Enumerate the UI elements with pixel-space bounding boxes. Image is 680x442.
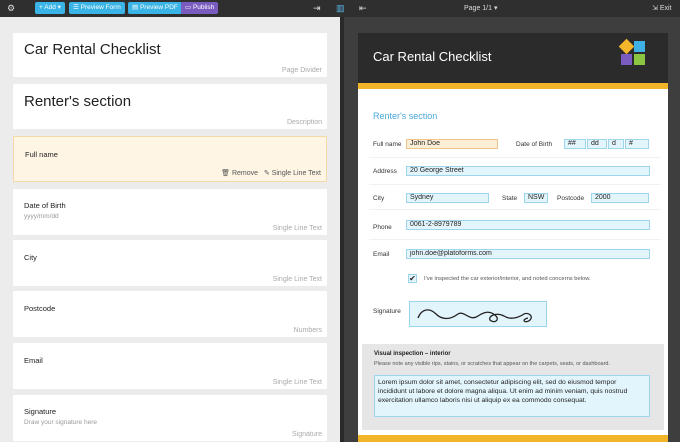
pdf-field-state[interactable]: NSW: [524, 193, 548, 203]
field-card-hint: yyyy/mm/dd: [24, 213, 59, 220]
pdf-section-title: Renter's section: [373, 111, 438, 121]
row-separator: [369, 157, 661, 158]
pdf-field-full-name[interactable]: John Doe: [406, 139, 498, 149]
preview-form-label: Preview Form: [80, 4, 121, 11]
pdf-header-accent: [358, 83, 668, 89]
page-indicator-label: Page 1/1: [464, 5, 493, 12]
gear-icon[interactable]: ⚙: [7, 1, 15, 15]
exit-icon: ⇲: [652, 5, 658, 12]
field-card-page-divider[interactable]: Car Rental Checklist Page Divider: [13, 33, 327, 77]
logo-square-blue: [634, 41, 645, 52]
logo-square-green: [634, 54, 645, 65]
arrow-right-icon[interactable]: ⇥: [313, 1, 321, 15]
pdf-label-city: City: [373, 195, 385, 202]
visual-inspection-title: Visual inspection – interior: [374, 351, 451, 357]
pencil-icon: ✎: [263, 170, 270, 177]
split-view-icon[interactable]: ▥: [336, 1, 345, 15]
field-card-title: Email: [24, 356, 43, 365]
row-separator: [369, 184, 661, 185]
field-type-label: Single Line Text: [271, 170, 321, 177]
pdf-field-dob-year[interactable]: ##: [564, 139, 586, 149]
pdf-label-dob: Date of Birth: [516, 141, 553, 148]
field-card-title: City: [24, 253, 37, 262]
field-card-signature[interactable]: Signature Draw your signature here Signa…: [13, 395, 327, 441]
pdf-field-phone[interactable]: 0061-2-8979789: [406, 220, 650, 230]
trash-icon: 🗑: [221, 170, 230, 177]
page-indicator[interactable]: Page 1/1 ▾: [464, 0, 498, 17]
inspection-checkbox-label: I've inspected the car exterior/interior…: [424, 276, 591, 282]
add-button-label: Add: [44, 4, 56, 11]
field-card-title: Postcode: [24, 304, 56, 313]
pdf-header-band: Car Rental Checklist: [358, 33, 668, 83]
field-card-postcode[interactable]: Postcode Numbers: [13, 291, 327, 337]
field-type-label: Single Line Text: [272, 276, 322, 283]
document-icon: ▤: [132, 4, 139, 11]
row-separator: [369, 209, 661, 210]
inspection-checkbox[interactable]: ✔: [408, 274, 417, 283]
field-type-label: Single Line Text: [272, 379, 322, 386]
logo-square-yellow: [618, 38, 635, 55]
form-builder-panel: Car Rental Checklist Page Divider Renter…: [0, 17, 340, 442]
field-type-label: Single Line Text: [272, 225, 322, 232]
pdf-page: Car Rental Checklist Renter's section Fu…: [358, 33, 668, 442]
pdf-preview-panel: Car Rental Checklist Renter's section Fu…: [344, 17, 680, 442]
arrow-left-icon[interactable]: ⇤: [359, 1, 367, 15]
pdf-title: Car Rental Checklist: [373, 49, 492, 64]
visual-inspection-description: Please note any visible rips, stains, or…: [374, 361, 611, 367]
field-card-full-name[interactable]: Full name 🗑 Remove ✎ Single Line Text: [13, 136, 327, 182]
monitor-icon: ▭: [185, 4, 192, 11]
add-button[interactable]: + Add ▾: [35, 2, 65, 14]
field-type-label: Page Divider: [281, 67, 322, 74]
pdf-field-dob-month[interactable]: dd: [587, 139, 607, 149]
field-type-label: Signature: [292, 431, 322, 438]
row-separator: [369, 239, 661, 240]
signature-drawing: [417, 309, 532, 323]
visual-inspection-textarea[interactable]: Lorem ipsum dolor sit amet, consectetur …: [374, 375, 650, 417]
field-type-label: Description: [286, 119, 322, 126]
field-type-label: Numbers: [293, 327, 322, 334]
pdf-field-city[interactable]: Sydney: [406, 193, 489, 203]
field-card-title: Full name: [25, 150, 58, 159]
preview-form-button[interactable]: ☰ Preview Form: [69, 2, 125, 14]
field-card-date-of-birth[interactable]: Date of Birth yyyy/mm/dd Single Line Tex…: [13, 189, 327, 235]
pdf-label-full-name: Full name: [373, 141, 402, 148]
pdf-field-address[interactable]: 20 George Street: [406, 166, 650, 176]
preview-pdf-label: Preview PDF: [139, 4, 178, 11]
edit-field-type-button[interactable]: ✎ Single Line Text: [264, 170, 321, 177]
field-card-title: Date of Birth: [24, 201, 66, 210]
logo-square-purple: [621, 54, 632, 65]
pdf-label-signature: Signature: [373, 308, 401, 315]
remove-label: Remove: [231, 170, 259, 177]
publish-button[interactable]: ▭ Publish: [181, 2, 219, 14]
field-card-email[interactable]: Email Single Line Text: [13, 343, 327, 389]
pdf-label-state: State: [502, 195, 518, 202]
field-card-description[interactable]: Renter's section Description: [13, 84, 327, 129]
exit-label: Exit: [659, 5, 672, 12]
pdf-label-postcode: Postcode: [557, 195, 585, 202]
list-icon: ☰: [73, 4, 79, 11]
pdf-field-dob-extra[interactable]: #: [625, 139, 649, 149]
signature-pad[interactable]: [409, 301, 547, 327]
pdf-field-email[interactable]: john.doe@platoforms.com: [406, 249, 650, 259]
pdf-label-phone: Phone: [373, 224, 392, 231]
field-card-actions: 🗑 Remove ✎ Single Line Text: [221, 169, 321, 177]
visual-inspection-section: Visual inspection – interior Please note…: [362, 344, 664, 430]
field-card-title: Renter's section: [24, 93, 132, 110]
field-card-title: Car Rental Checklist: [24, 41, 161, 58]
field-card-city[interactable]: City Single Line Text: [13, 240, 327, 286]
pdf-label-address: Address: [373, 168, 397, 175]
preview-pdf-button[interactable]: ▤ Preview PDF: [128, 2, 182, 14]
field-card-title: Signature: [24, 407, 57, 416]
top-toolbar: ⚙ + Add ▾ ☰ Preview Form ▤ Preview PDF ▭…: [0, 0, 680, 17]
pdf-field-postcode[interactable]: 2000: [591, 193, 649, 203]
pdf-label-email: Email: [373, 251, 390, 258]
pdf-footer-accent: [358, 435, 668, 442]
field-card-hint: Draw your signature here: [24, 419, 97, 426]
publish-label: Publish: [192, 4, 215, 11]
exit-button[interactable]: ⇲ Exit: [652, 0, 672, 17]
pdf-field-dob-day[interactable]: d: [608, 139, 624, 149]
remove-button[interactable]: 🗑 Remove: [221, 170, 258, 177]
